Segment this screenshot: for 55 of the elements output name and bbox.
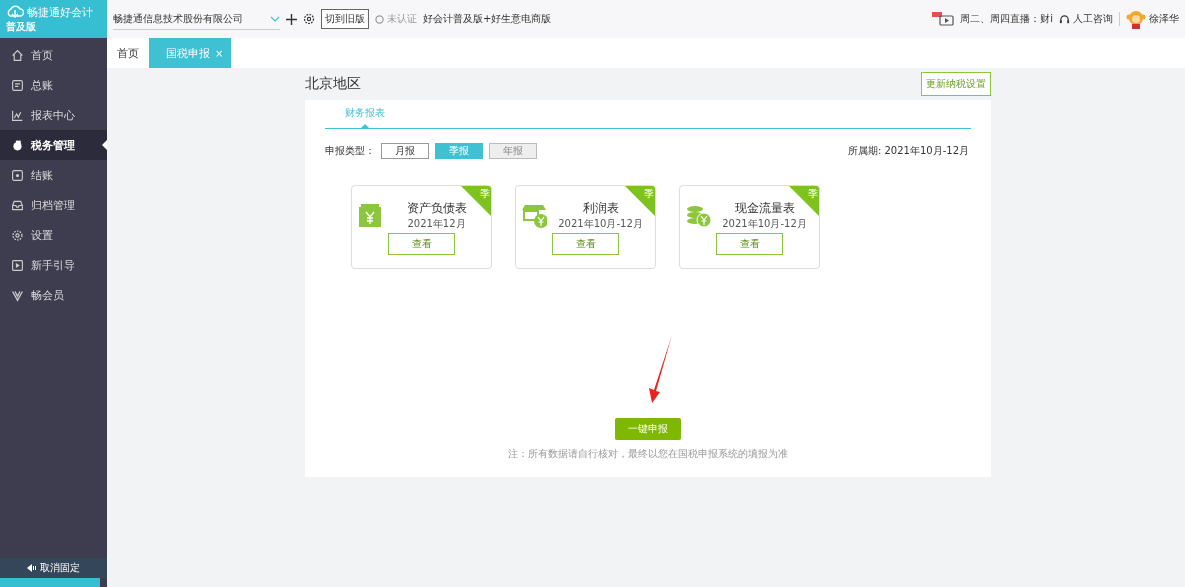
- report-period: 2021年10月-12月: [558, 217, 643, 231]
- view-button[interactable]: 查看: [388, 233, 455, 255]
- report-title: 利润表: [582, 200, 619, 217]
- headset-icon: [1059, 13, 1070, 25]
- company-select[interactable]: 畅捷通信息技术股份有限公司: [113, 8, 280, 30]
- page-tab[interactable]: 首页: [107, 38, 149, 68]
- ledger-icon: [11, 78, 24, 92]
- pin-icon: [27, 564, 37, 572]
- consult-link[interactable]: 人工咨询: [1073, 12, 1113, 26]
- report-title: 现金流量表: [734, 200, 795, 217]
- edition-label: 普及版: [6, 20, 36, 34]
- unpin-button[interactable]: 取消固定: [0, 558, 107, 578]
- badge-label: 季: [808, 187, 818, 201]
- switch-old-version-button[interactable]: 切到旧版: [321, 9, 369, 29]
- sidebar-item[interactable]: 畅会员: [0, 280, 107, 310]
- plus-icon[interactable]: [286, 13, 297, 25]
- chart-icon: [11, 108, 24, 122]
- note-text: 注：所有数据请自行核对，最终以您在国税申报系统的填报为准: [508, 447, 788, 461]
- avatar-icon[interactable]: [1126, 9, 1146, 29]
- cloud-logo-icon: [6, 4, 24, 20]
- sidebar-item[interactable]: 结账: [0, 160, 107, 190]
- sidebar-item[interactable]: 税务管理: [0, 130, 107, 160]
- sidebar-item[interactable]: 新手引导: [0, 250, 107, 280]
- vip-icon: [11, 288, 24, 302]
- report-period: 2021年12月: [407, 217, 466, 231]
- guide-icon: [11, 258, 24, 272]
- period-label: 所属期: 2021年10月-12月: [847, 144, 969, 158]
- badge-icon: [375, 14, 384, 24]
- product-edition: 好会计普及版+好生意电商版: [423, 12, 552, 26]
- live-schedule-link[interactable]: 周二、周四直播：财i: [960, 12, 1053, 26]
- chevron-down-icon: [270, 15, 280, 22]
- filing-type-label: 申报类型：: [325, 144, 375, 158]
- home-icon: [11, 48, 24, 62]
- sidebar-item[interactable]: 首页: [0, 40, 107, 70]
- sidebar-item[interactable]: 总账: [0, 70, 107, 100]
- archive-icon: [11, 198, 24, 212]
- report-period: 2021年10月-12月: [722, 217, 807, 231]
- view-button[interactable]: 查看: [552, 233, 619, 255]
- user-name[interactable]: 徐泽华: [1149, 12, 1179, 26]
- certification-status: 未认证: [387, 12, 417, 26]
- view-button[interactable]: 查看: [716, 233, 783, 255]
- sidebar-item[interactable]: 归档管理: [0, 190, 107, 220]
- tv-icon[interactable]: [932, 12, 955, 26]
- badge-label: 季: [480, 187, 490, 201]
- badge-label: 季: [644, 187, 654, 201]
- shop-yen-icon: [520, 202, 547, 229]
- yen-bag-icon: [356, 202, 383, 229]
- period-type-button[interactable]: 月报: [381, 143, 429, 159]
- settings-icon[interactable]: [303, 13, 315, 25]
- sidebar-item[interactable]: 设置: [0, 220, 107, 250]
- sidebar-item[interactable]: 报表中心: [0, 100, 107, 130]
- report-title: 资产负债表: [406, 200, 467, 217]
- gear-icon: [11, 228, 24, 242]
- app-name: 畅捷通好会计: [27, 4, 93, 20]
- region-title: 北京地区: [305, 75, 361, 93]
